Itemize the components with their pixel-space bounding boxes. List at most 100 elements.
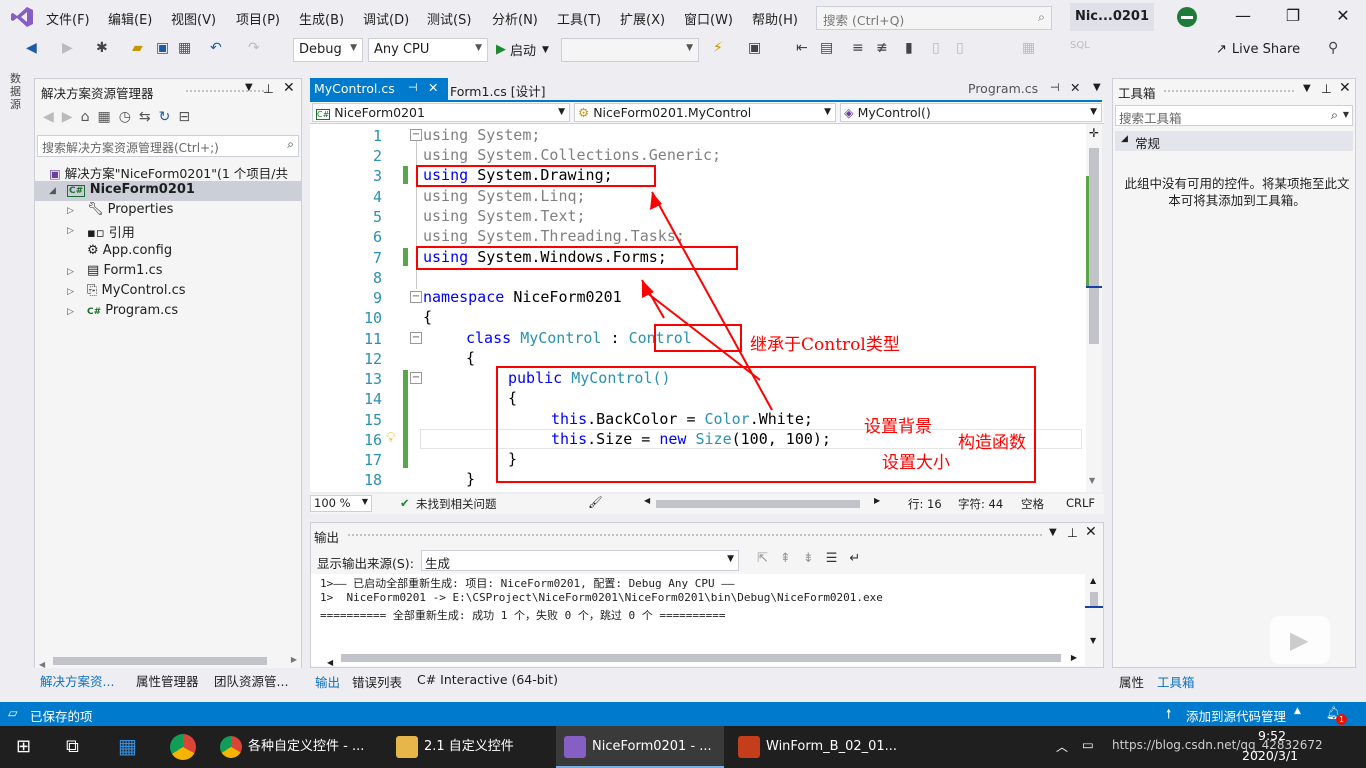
- menu-test[interactable]: 测试(S): [427, 9, 471, 28]
- collapse-all-icon[interactable]: ⊟: [178, 109, 190, 125]
- word-wrap-icon[interactable]: ↵: [849, 551, 860, 566]
- scroll-thumb[interactable]: [53, 657, 267, 665]
- scroll-right-icon[interactable]: ▶: [1071, 653, 1077, 662]
- type-dropdown[interactable]: ⚙ NiceForm0201.MyControl ▼: [574, 103, 836, 122]
- prev-message-icon[interactable]: ⇞: [780, 551, 791, 566]
- menu-analyze[interactable]: 分析(N): [492, 9, 538, 28]
- tab-error-list[interactable]: 错误列表: [352, 672, 402, 691]
- menu-extensions[interactable]: 扩展(X): [620, 9, 665, 28]
- layout-icon[interactable]: ▦: [1022, 40, 1035, 56]
- form1-node[interactable]: ▤ Form1.cs: [87, 263, 163, 278]
- bookmark-next-icon[interactable]: ▯: [956, 40, 964, 56]
- pin-icon[interactable]: ⊣: [1050, 81, 1060, 94]
- scroll-thumb[interactable]: [341, 654, 1061, 662]
- chevron-down-icon[interactable]: ▼: [1303, 83, 1311, 94]
- bookmark-prev-icon[interactable]: ▯: [932, 40, 940, 56]
- tab-property-manager[interactable]: 属性管理器: [136, 671, 199, 690]
- menu-edit[interactable]: 编辑(E): [108, 9, 152, 28]
- clock-time[interactable]: 9:52: [1258, 728, 1286, 743]
- forward-icon[interactable]: ▶: [62, 109, 73, 125]
- taskbar-app-visual-studio[interactable]: NiceForm0201 - ...: [556, 726, 724, 768]
- chrome-icon[interactable]: [170, 734, 196, 760]
- task-view-icon[interactable]: ⧉: [66, 736, 79, 757]
- comment-icon[interactable]: ≡: [852, 40, 864, 56]
- solution-search-input[interactable]: 搜索解决方案资源管理器(Ctrl+;) ⌕: [37, 135, 299, 157]
- config-select[interactable]: Debug ▼: [293, 38, 363, 62]
- redo-icon[interactable]: ↷: [248, 40, 260, 56]
- output-source-select[interactable]: 生成 ▼: [421, 550, 739, 571]
- live-share-button[interactable]: ↗ Live Share: [1216, 42, 1300, 57]
- chevron-down-icon[interactable]: ▼: [1093, 82, 1101, 93]
- scroll-down-icon[interactable]: ▼: [1090, 636, 1096, 645]
- undo-icon[interactable]: ↶: [210, 40, 222, 56]
- tab-mycontrol[interactable]: MyControl.cs ⊣ ✕: [310, 78, 448, 100]
- find-message-icon[interactable]: ⇱: [757, 551, 768, 566]
- menu-file[interactable]: 文件(F): [46, 9, 90, 28]
- uncomment-icon[interactable]: ≢: [876, 40, 888, 56]
- project-node[interactable]: C# NiceForm0201: [67, 182, 195, 197]
- minimize-icon[interactable]: —: [1228, 6, 1258, 25]
- solution-name-badge[interactable]: Nic...0201: [1070, 3, 1154, 31]
- menu-window[interactable]: 窗口(W): [684, 9, 733, 28]
- network-icon[interactable]: ▭: [1082, 737, 1094, 752]
- issues-text[interactable]: 未找到相关问题: [416, 496, 497, 512]
- breakpoint-window-icon[interactable]: ▤: [820, 40, 833, 56]
- menu-help[interactable]: 帮助(H): [752, 9, 798, 28]
- tab-toolbox[interactable]: 工具箱: [1157, 672, 1195, 691]
- collapse-icon[interactable]: −: [410, 332, 422, 344]
- chevron-down-icon[interactable]: ▼: [245, 82, 253, 93]
- clock-date[interactable]: 2020/3/1: [1242, 748, 1298, 763]
- target-select[interactable]: ▼: [561, 38, 699, 62]
- toolbox-group-general[interactable]: ◢ 常规: [1115, 131, 1353, 151]
- save-all-icon[interactable]: ▦: [178, 40, 191, 56]
- collapsed-arrow-icon[interactable]: ▷: [67, 287, 74, 297]
- home-icon[interactable]: ⌂: [81, 109, 90, 125]
- avatar[interactable]: [1177, 7, 1197, 27]
- close-icon[interactable]: ✕: [1328, 6, 1358, 25]
- collapse-icon[interactable]: −: [410, 372, 422, 384]
- close-icon[interactable]: ✕: [1085, 524, 1097, 540]
- program-node[interactable]: C# Program.cs: [87, 303, 178, 318]
- menu-view[interactable]: 视图(V): [171, 9, 216, 28]
- save-icon[interactable]: ▣: [156, 40, 169, 56]
- platform-select[interactable]: Any CPU ▼: [368, 38, 488, 62]
- scroll-up-icon[interactable]: ▲: [1090, 576, 1096, 585]
- member-dropdown[interactable]: ◈ MyControl() ▼: [840, 103, 1102, 122]
- sql-icon[interactable]: SQL: [1070, 40, 1090, 51]
- tab-form1-designer[interactable]: Form1.cs [设计]: [450, 81, 546, 100]
- brush-icon[interactable]: 🖌︎: [588, 495, 603, 509]
- open-icon[interactable]: ▰: [132, 40, 143, 56]
- sync-icon[interactable]: ⇆: [139, 109, 151, 125]
- store-icon[interactable]: ▦: [118, 734, 137, 758]
- lightbulb-icon[interactable]: 💡︎: [386, 430, 396, 446]
- menu-build[interactable]: 生成(B): [299, 9, 344, 28]
- start-button[interactable]: ▶ 启动 ▼: [496, 40, 549, 59]
- output-horizontal-scrollbar[interactable]: ◀ ▶: [327, 653, 1077, 667]
- scroll-left-icon[interactable]: ◀: [644, 496, 650, 505]
- source-control-button[interactable]: 添加到源代码管理: [1186, 706, 1286, 725]
- feedback-icon[interactable]: ⚲: [1328, 40, 1338, 56]
- new-project-icon[interactable]: ✱: [96, 40, 108, 56]
- expanded-arrow-icon[interactable]: ◢: [49, 186, 56, 196]
- search-input[interactable]: 搜索 (Ctrl+Q) ⌕: [816, 6, 1052, 30]
- chevron-down-icon[interactable]: ▼: [1049, 527, 1057, 538]
- collapsed-arrow-icon[interactable]: ▷: [67, 267, 74, 277]
- mycontrol-node[interactable]: ⎘ MyControl.cs: [87, 283, 186, 298]
- zoom-select[interactable]: 100 % ▼: [310, 495, 372, 512]
- solution-node[interactable]: ▣ 解决方案"NiceForm0201"(1 个项目/共: [49, 163, 288, 182]
- step-icon[interactable]: ⇤: [796, 40, 808, 56]
- pin-icon[interactable]: ⊣: [408, 81, 418, 94]
- tab-output[interactable]: 输出: [315, 672, 340, 691]
- bookmark-icon[interactable]: ▮: [905, 40, 913, 56]
- tab-team-explorer[interactable]: 团队资源管...: [214, 671, 288, 690]
- collapsed-arrow-icon[interactable]: ▷: [67, 307, 74, 317]
- taskbar-app-folder[interactable]: 2.1 自定义控件: [388, 726, 550, 768]
- collapse-icon[interactable]: −: [410, 129, 422, 141]
- windows-start-icon[interactable]: ⊞: [16, 736, 31, 757]
- pending-changes-icon[interactable]: ◷: [119, 109, 131, 125]
- clear-all-icon[interactable]: ☰: [826, 551, 838, 566]
- app-config-node[interactable]: ⚙ App.config: [87, 243, 172, 258]
- toolbox-search-input[interactable]: 搜索工具箱 ⌕ ▼: [1115, 105, 1353, 126]
- pin-icon[interactable]: ⊥: [263, 81, 274, 96]
- back-icon[interactable]: ◀: [26, 40, 37, 56]
